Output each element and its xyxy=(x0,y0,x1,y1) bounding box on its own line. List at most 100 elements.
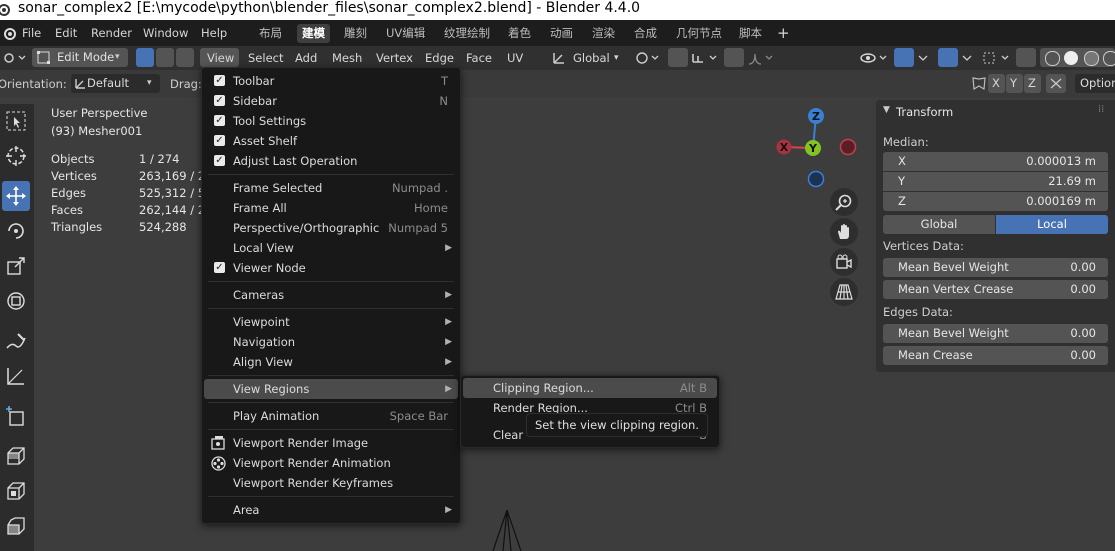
checkbox-checked-icon[interactable]: ✓ xyxy=(214,135,225,146)
xray-toggle-button[interactable] xyxy=(1016,48,1036,67)
checkbox-checked-icon[interactable]: ✓ xyxy=(214,155,225,166)
orientation-dropdown[interactable]: Default ▾ xyxy=(71,74,160,93)
bevel-tool[interactable] xyxy=(2,511,30,541)
header-menu-vertex[interactable]: Vertex xyxy=(376,49,413,67)
menu-item-local-view[interactable]: Local View ▶ xyxy=(204,238,458,258)
rendered-shading-icon[interactable] xyxy=(1103,51,1115,66)
menu-item-asset-shelf[interactable]: ✓ Asset Shelf xyxy=(204,131,458,151)
menu-item-clipping-region[interactable]: Clipping Region... Alt B xyxy=(463,378,717,398)
blender-menu-icon[interactable] xyxy=(2,26,16,40)
header-menu-edge[interactable]: Edge xyxy=(425,49,454,67)
menu-item-viewport-render-image[interactable]: Viewport Render Image xyxy=(204,433,458,453)
menu-item-tool-settings[interactable]: ✓ Tool Settings xyxy=(204,111,458,131)
workspace-tab-uv-editing[interactable]: UV编辑 xyxy=(381,24,430,43)
topology-mirror-toggle[interactable] xyxy=(1046,74,1066,93)
edge-mean-bevel-weight-field[interactable]: Mean Bevel Weight 0.00 xyxy=(883,324,1108,343)
add-workspace-button[interactable]: + xyxy=(777,20,790,46)
scale-tool[interactable] xyxy=(2,251,30,281)
menu-edit[interactable]: Edit xyxy=(55,20,77,46)
visibility-eye-icon[interactable] xyxy=(860,50,890,66)
inset-faces-tool[interactable] xyxy=(2,476,30,506)
menu-item-viewpoint[interactable]: Viewpoint ▶ xyxy=(204,312,458,332)
pivot-point-icon[interactable] xyxy=(634,50,660,66)
mean-bevel-weight-field[interactable]: Mean Bevel Weight 0.00 xyxy=(883,258,1108,277)
menu-item-cameras[interactable]: Cameras ▶ xyxy=(204,285,458,305)
snap-target-icon[interactable] xyxy=(690,50,720,66)
mirror-z-toggle[interactable]: Z xyxy=(1024,74,1041,93)
measure-tool[interactable] xyxy=(2,361,30,391)
move-tool[interactable] xyxy=(2,181,30,211)
menu-item-adjust-last-operation[interactable]: ✓ Adjust Last Operation xyxy=(204,151,458,171)
annotate-tool[interactable] xyxy=(2,326,30,356)
mirror-y-toggle[interactable]: Y xyxy=(1006,74,1023,93)
overlays-toggle-button[interactable] xyxy=(938,48,958,67)
workspace-tab-sculpting[interactable]: 雕刻 xyxy=(339,24,372,43)
chevron-down-icon[interactable] xyxy=(960,50,974,66)
menu-item-viewport-render-keyframes[interactable]: Viewport Render Keyframes xyxy=(204,473,458,493)
mesh-edit-overlay-icon[interactable] xyxy=(982,50,1012,66)
header-menu-select[interactable]: Select xyxy=(248,49,283,67)
chevron-down-icon[interactable]: ▼ xyxy=(883,105,890,115)
header-menu-face[interactable]: Face xyxy=(466,49,492,67)
transform-orientation-value[interactable]: Global xyxy=(573,49,610,67)
workspace-tab-geometry-nodes[interactable]: 几何节点 xyxy=(671,24,727,43)
select-box-tool[interactable] xyxy=(2,106,30,136)
menu-item-area[interactable]: Area ▶ xyxy=(204,500,458,520)
menu-window[interactable]: Window xyxy=(143,20,188,46)
header-menu-view[interactable]: View xyxy=(207,49,234,67)
checkbox-checked-icon[interactable]: ✓ xyxy=(214,262,225,273)
menu-item-perspective-orthographic[interactable]: Perspective/Orthographic Numpad 5 xyxy=(204,218,458,238)
panel-title[interactable]: Transform xyxy=(896,105,953,119)
chevron-down-icon[interactable] xyxy=(916,50,930,66)
camera-view-button[interactable] xyxy=(830,248,858,276)
workspace-tab-scripting[interactable]: 脚本 xyxy=(734,24,767,43)
header-menu-uv[interactable]: UV xyxy=(507,49,523,67)
menu-item-sidebar[interactable]: ✓ Sidebar N xyxy=(204,91,458,111)
gizmo-toggle-button[interactable] xyxy=(894,48,914,67)
menu-item-view-regions[interactable]: View Regions ▶ xyxy=(204,379,458,399)
menu-item-viewer-node[interactable]: ✓ Viewer Node xyxy=(204,258,458,278)
checkbox-checked-icon[interactable]: ✓ xyxy=(214,115,225,126)
gizmo-neg-x-axis[interactable] xyxy=(839,138,857,156)
mean-vertex-crease-field[interactable]: Mean Vertex Crease 0.00 xyxy=(883,280,1108,299)
global-toggle[interactable]: Global xyxy=(883,215,995,234)
cursor-tool[interactable] xyxy=(2,141,30,171)
add-cube-tool[interactable] xyxy=(2,401,30,431)
workspace-tab-rendering[interactable]: 渲染 xyxy=(587,24,620,43)
menu-file[interactable]: File xyxy=(22,20,41,46)
workspace-tab-compositing[interactable]: 合成 xyxy=(629,24,662,43)
menu-item-navigation[interactable]: Navigation ▶ xyxy=(204,332,458,352)
checkbox-checked-icon[interactable]: ✓ xyxy=(214,95,225,106)
menu-item-align-view[interactable]: Align View ▶ xyxy=(204,352,458,372)
checkbox-checked-icon[interactable]: ✓ xyxy=(214,75,225,86)
menu-item-play-animation[interactable]: Play Animation Space Bar xyxy=(204,406,458,426)
transform-tool[interactable] xyxy=(2,286,30,316)
solid-shading-icon[interactable] xyxy=(1064,51,1078,65)
median-z-field[interactable]: Z 0.000169 m xyxy=(883,192,1108,211)
extrude-region-tool[interactable] xyxy=(2,441,30,471)
header-menu-add[interactable]: Add xyxy=(295,49,317,67)
menu-item-toolbar[interactable]: ✓ Toolbar T xyxy=(204,71,458,91)
options-dropdown[interactable]: Option xyxy=(1075,74,1115,93)
workspace-tab-layout[interactable]: 布局 xyxy=(254,24,287,43)
editor-type-icon[interactable] xyxy=(2,50,26,66)
face-select-mode-button[interactable] xyxy=(176,48,194,67)
mirror-x-toggle[interactable]: X xyxy=(988,74,1005,93)
workspace-tab-texture-paint[interactable]: 纹理绘制 xyxy=(439,24,495,43)
workspace-tab-shading[interactable]: 着色 xyxy=(503,24,536,43)
toggle-perspective-button[interactable] xyxy=(830,278,858,306)
menu-render[interactable]: Render xyxy=(91,20,132,46)
workspace-tab-animation[interactable]: 动画 xyxy=(545,24,578,43)
navigation-gizmo[interactable]: Z X Y xyxy=(770,104,862,194)
local-toggle[interactable]: Local xyxy=(996,215,1108,234)
rotate-tool[interactable] xyxy=(2,216,30,246)
menu-item-viewport-render-animation[interactable]: Viewport Render Animation xyxy=(204,453,458,473)
gizmo-neg-z-axis[interactable] xyxy=(807,170,825,188)
mean-crease-field[interactable]: Mean Crease 0.00 xyxy=(883,346,1108,365)
falloff-icon[interactable] xyxy=(748,50,776,66)
pan-button[interactable] xyxy=(830,218,858,246)
snap-toggle-button[interactable] xyxy=(668,48,688,67)
edge-select-mode-button[interactable] xyxy=(156,48,174,67)
vertex-select-mode-button[interactable] xyxy=(136,48,154,67)
menu-help[interactable]: Help xyxy=(201,20,227,46)
